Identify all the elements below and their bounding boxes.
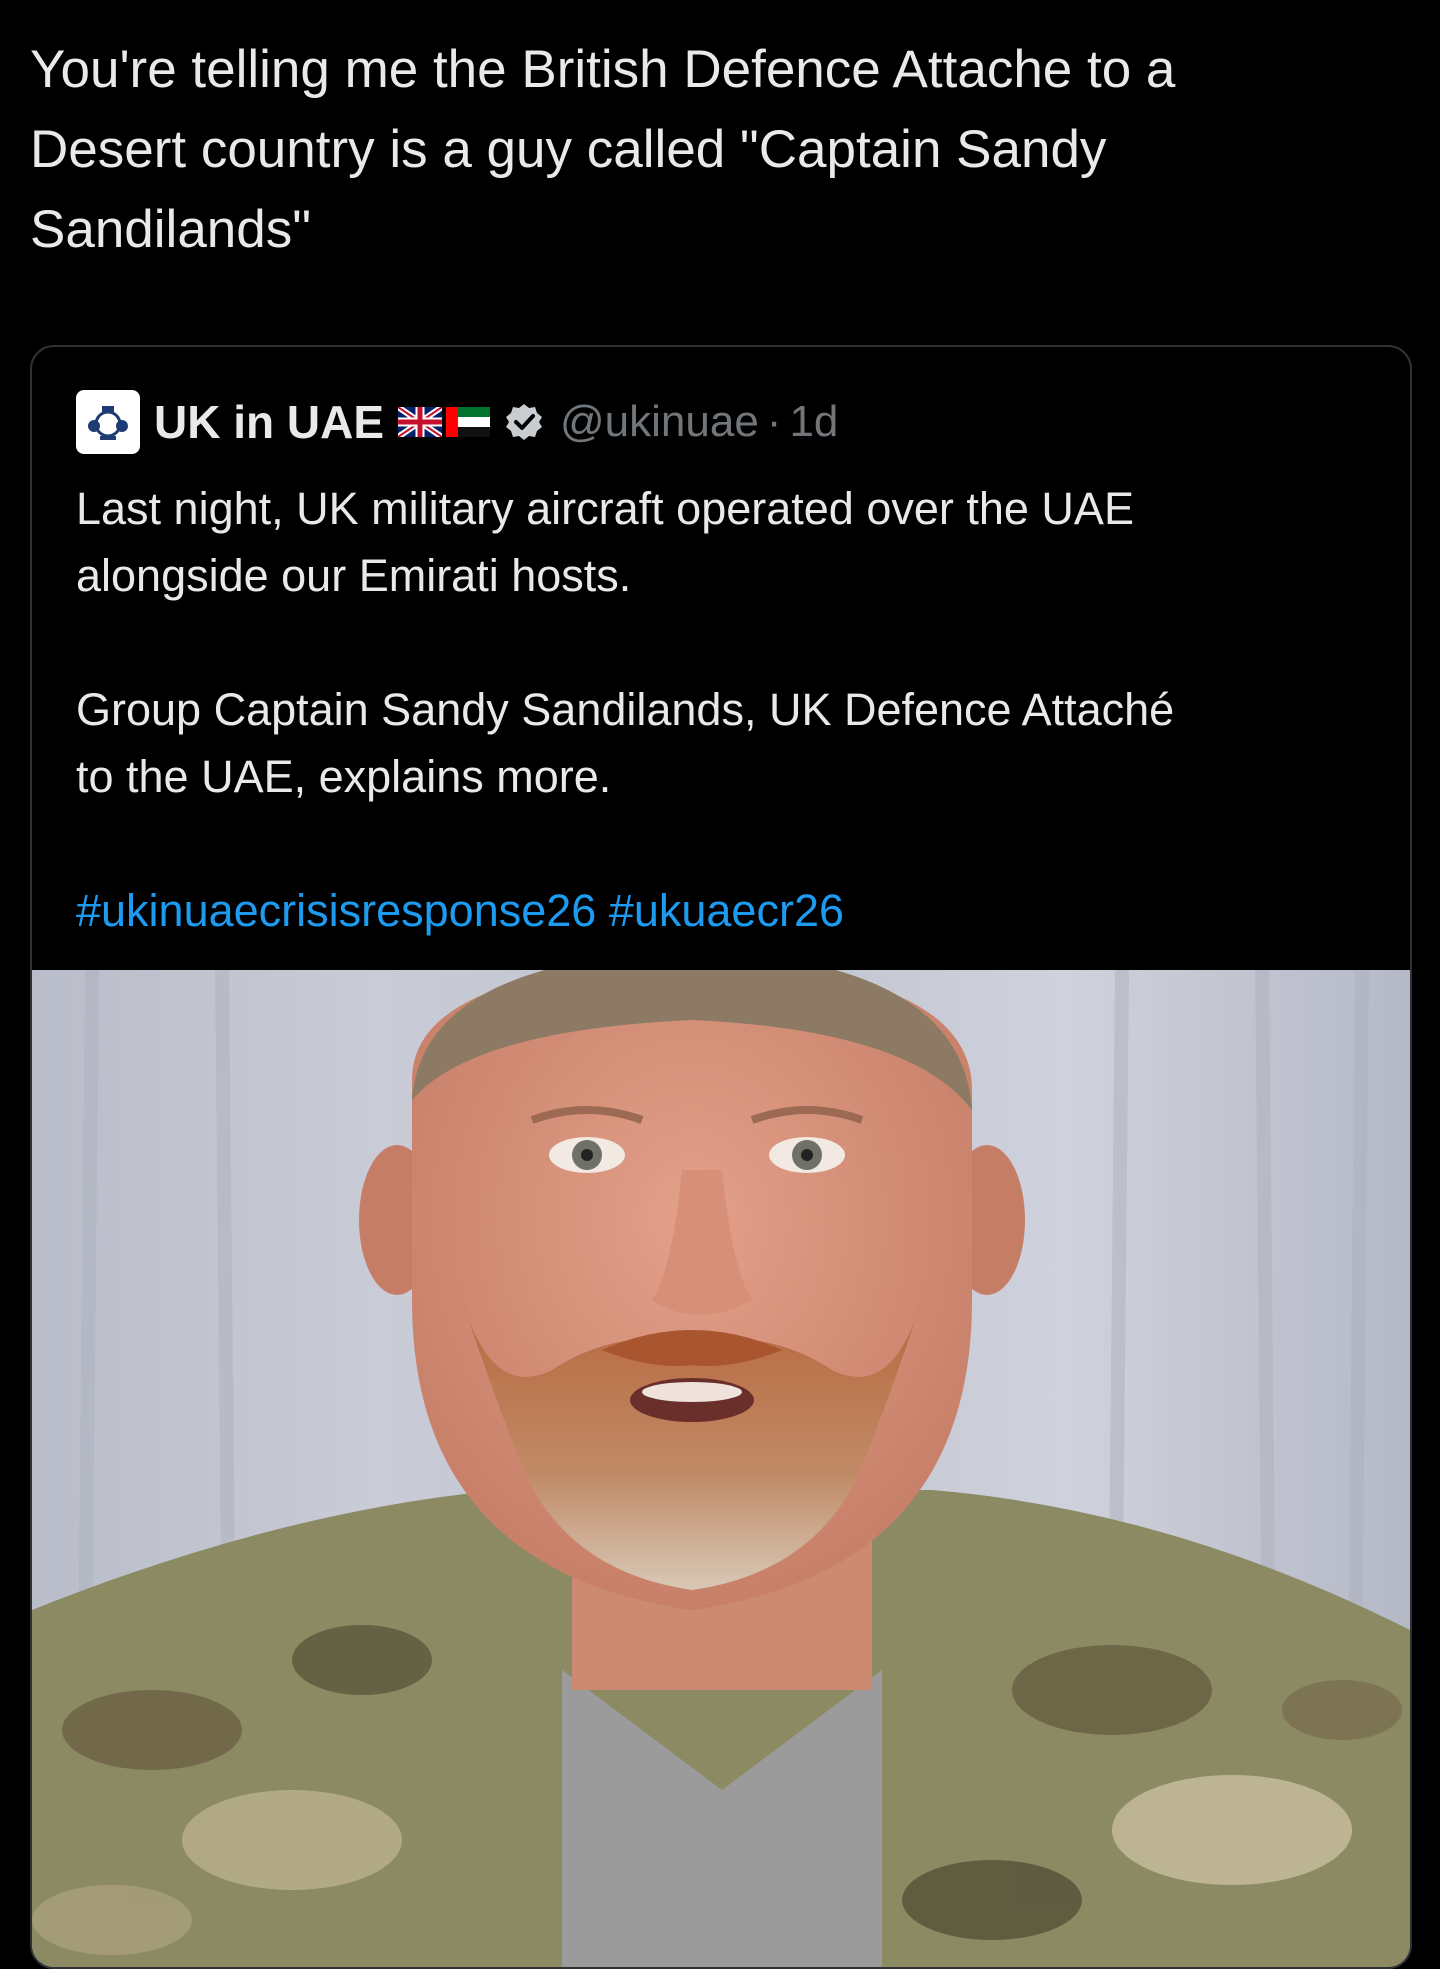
- royal-crest-icon: [88, 406, 128, 440]
- flag-emojis: [398, 407, 490, 437]
- video-person-image: [32, 970, 1410, 1967]
- quoted-tweet-header: UK in UAE @ukinuae · 1d: [76, 389, 838, 455]
- separator-dot: ·: [766, 397, 782, 446]
- tweet-paragraph: Last night, UK military aircraft operate…: [76, 483, 1134, 601]
- hashtag-line: #ukinuaecrisisresponse26 #ukuaecr26: [76, 877, 1376, 944]
- verified-badge-icon: [506, 404, 542, 440]
- quoted-tweet-card[interactable]: UK in UAE @ukinuae · 1d Last night, UK m…: [30, 345, 1412, 1969]
- quoted-tweet-body: Last night, UK military aircraft operate…: [76, 475, 1376, 1011]
- avatar[interactable]: [76, 390, 140, 454]
- uk-flag-icon: [398, 407, 442, 437]
- timestamp[interactable]: 1d: [789, 397, 838, 447]
- hashtag-link[interactable]: #ukinuaecrisisresponse26: [76, 885, 596, 936]
- display-name[interactable]: UK in UAE: [154, 395, 384, 449]
- tweet-paragraph: Group Captain Sandy Sandilands, UK Defen…: [76, 684, 1175, 802]
- handle[interactable]: @ukinuae: [560, 397, 759, 447]
- hashtag-link[interactable]: #ukuaecr26: [609, 885, 844, 936]
- uae-flag-icon: [446, 407, 490, 437]
- video-thumbnail[interactable]: [32, 970, 1410, 1967]
- post-text: You're telling me the British Defence At…: [30, 40, 1176, 259]
